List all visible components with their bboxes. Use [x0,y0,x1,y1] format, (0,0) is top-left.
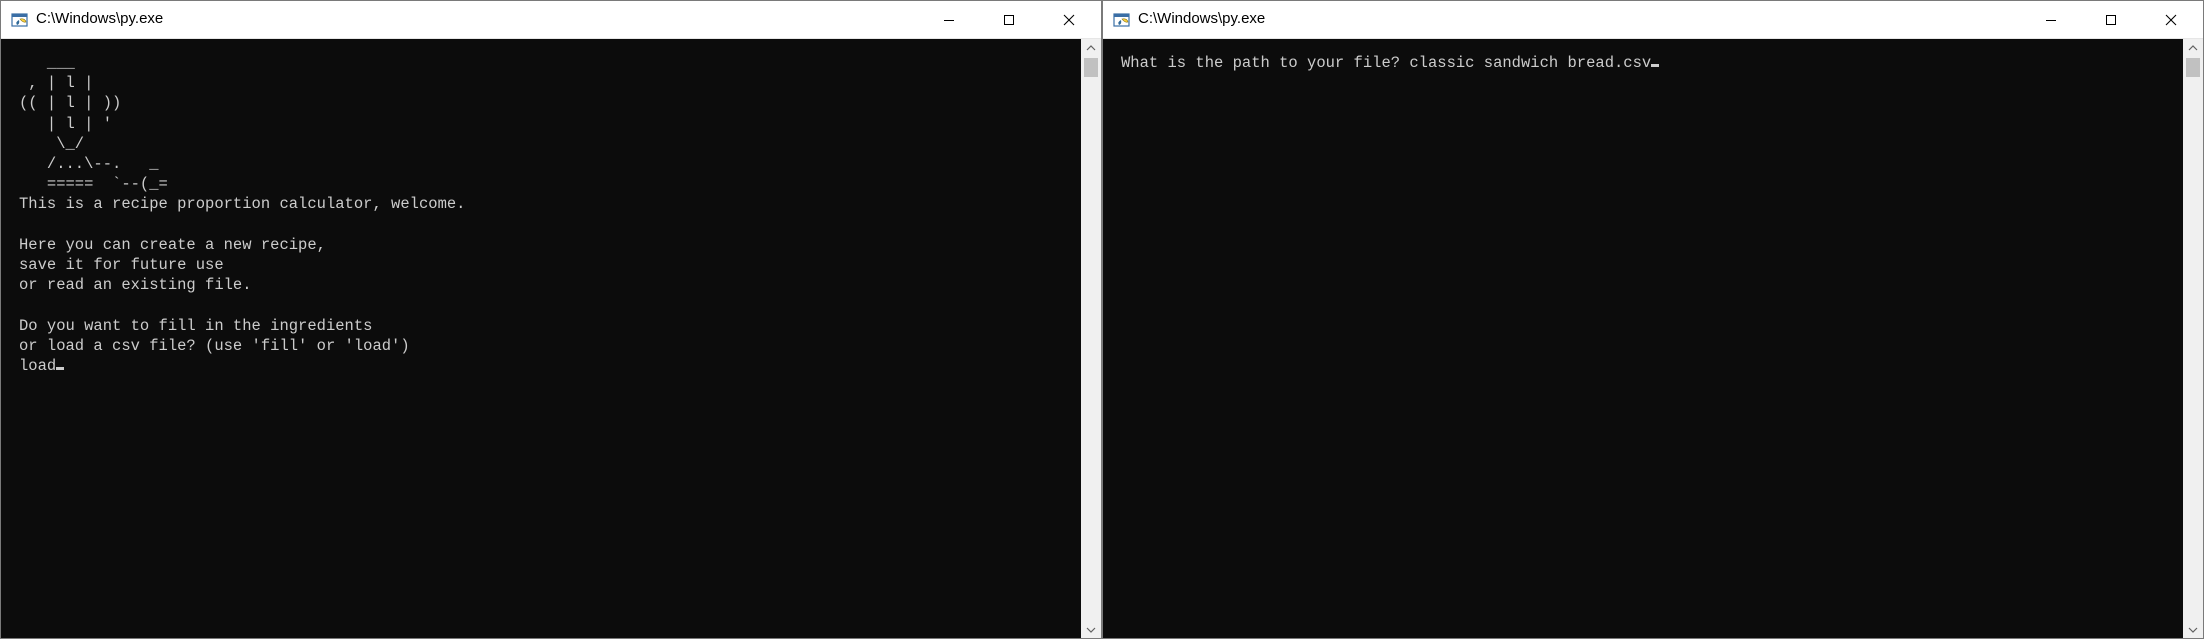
console-input[interactable]: classic sandwich bread.csv [1409,54,1651,72]
maximize-icon [1004,14,1014,25]
title-bar[interactable]: C:\Windows\py.exe [1103,1,2203,39]
text-cursor [56,367,65,371]
console-window-right[interactable]: C:\Windows\py.exe What is the path to yo… [1102,0,2204,639]
console-output[interactable]: What is the path to your file? classic s… [1103,39,2183,638]
ascii-art-logo: ___ , | l | (( | l | )) | l | ' \_/ /...… [19,54,168,194]
minimize-icon [944,19,954,21]
console-line: or read an existing file. [19,276,252,295]
vertical-scrollbar[interactable] [1081,39,1101,638]
close-icon [2165,14,2177,25]
scroll-up-arrow-icon[interactable] [2183,39,2203,56]
scroll-up-arrow-icon[interactable] [1081,39,1101,56]
console-line: save it for future use [19,256,224,275]
scroll-down-arrow-icon[interactable] [1081,621,1101,638]
console-line: Do you want to fill in the ingredients [19,316,373,335]
title-bar[interactable]: C:\Windows\py.exe [1,1,1101,39]
console-line: or load a csv file? (use 'fill' or 'load… [19,336,410,355]
scroll-thumb[interactable] [2186,58,2200,77]
minimize-icon [2046,19,2056,21]
maximize-icon [2106,14,2116,25]
text-cursor [1651,64,1660,67]
console-prompt: What is the path to your file? [1121,54,1410,72]
python-console-icon[interactable] [1113,11,1133,29]
maximize-button[interactable] [979,1,1039,38]
vertical-scrollbar[interactable] [2183,39,2203,638]
minimize-button[interactable] [919,1,979,38]
maximize-button[interactable] [2081,1,2141,38]
python-console-icon[interactable] [11,11,31,29]
close-icon [1063,14,1075,25]
minimize-button[interactable] [2021,1,2081,38]
window-title: C:\Windows\py.exe [1138,10,1266,27]
console-line: This is a recipe proportion calculator, … [19,195,466,214]
console-window-left[interactable]: C:\Windows\py.exe ___ , | l | (( | l | )… [0,0,1102,639]
close-button[interactable] [1039,1,1099,38]
close-button[interactable] [2141,1,2201,38]
console-input[interactable]: load [19,357,56,375]
console-output[interactable]: ___ , | l | (( | l | )) | l | ' \_/ /...… [1,39,1081,638]
scroll-thumb[interactable] [1084,58,1098,77]
console-line: Here you can create a new recipe, [19,235,326,254]
scroll-down-arrow-icon[interactable] [2183,621,2203,638]
window-title: C:\Windows\py.exe [36,10,164,27]
